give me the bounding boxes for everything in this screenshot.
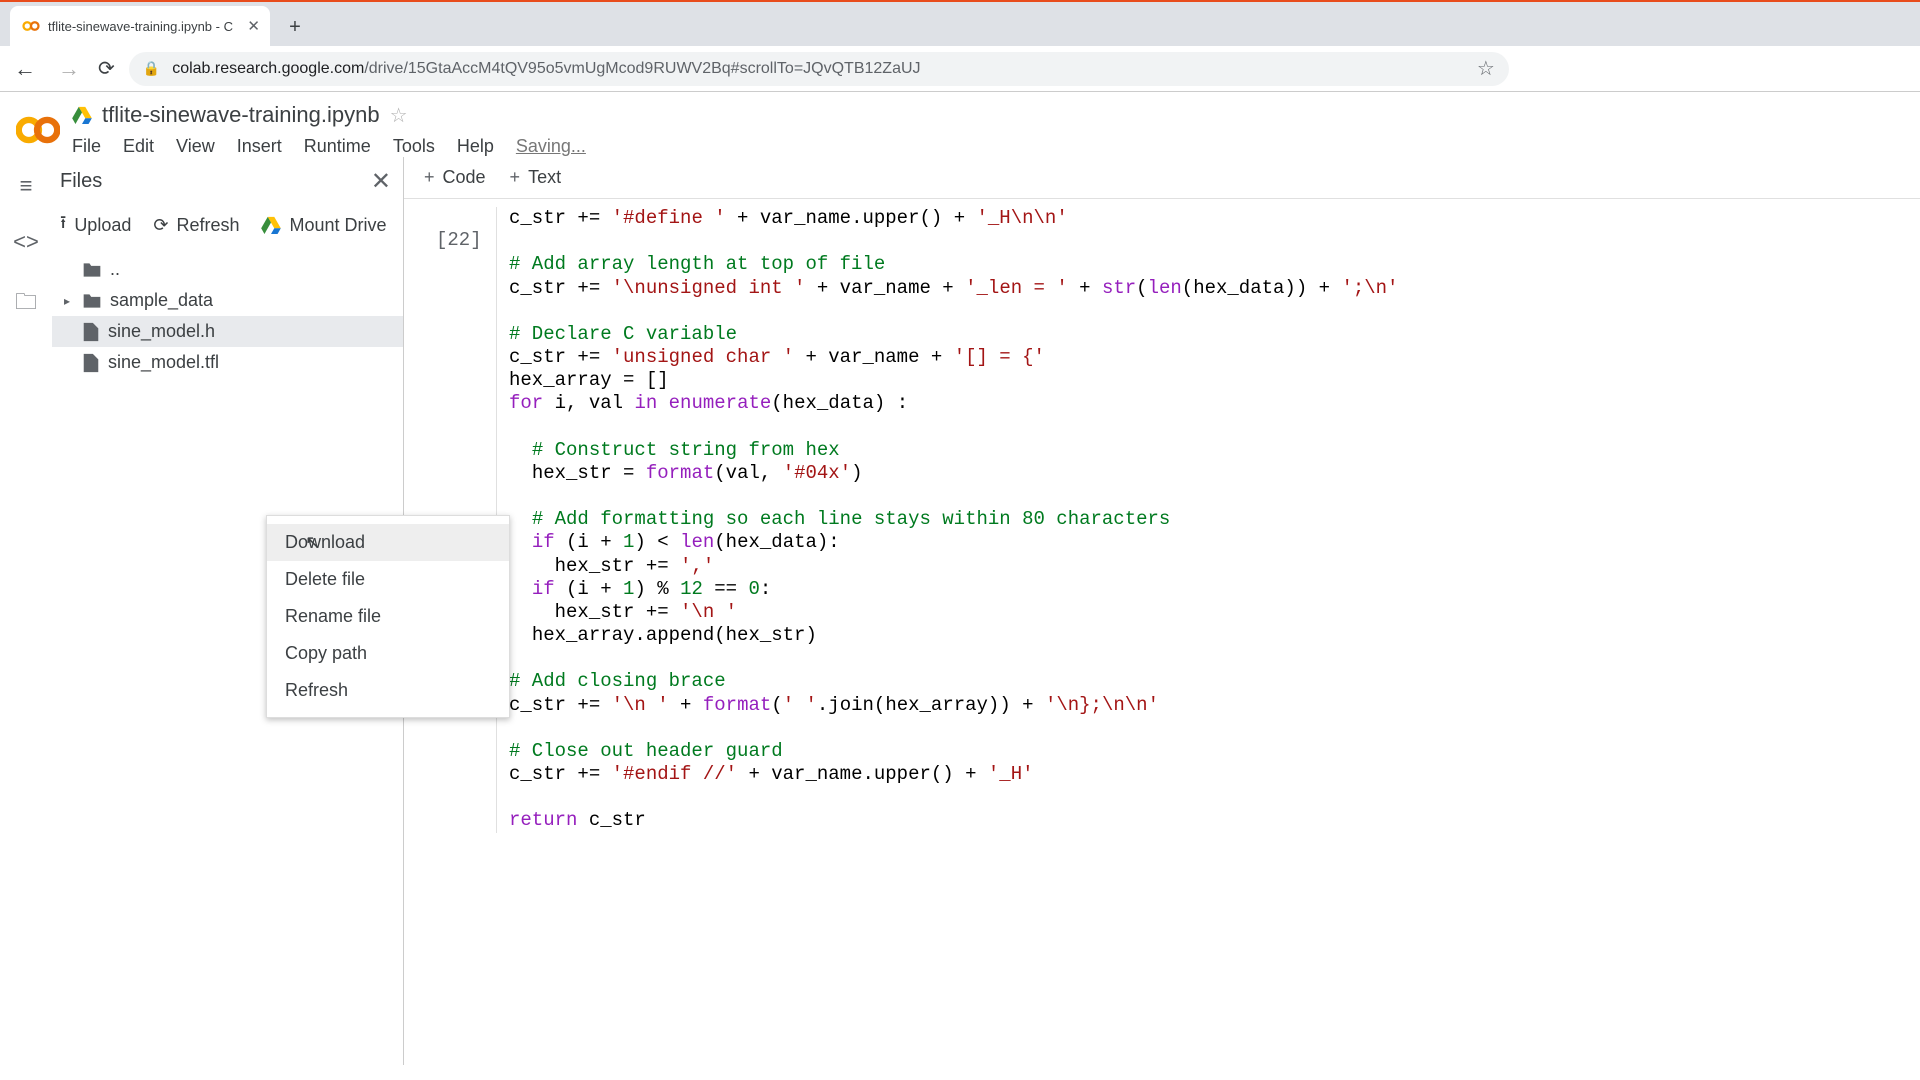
file-icon [82, 322, 100, 342]
tab-title: tflite-sinewave-training.ipynb - C [48, 19, 239, 34]
body-row: ≡ <> 🗀 Files ✕ ⭱Upload ⟳Refresh Mount Dr… [0, 157, 1920, 1065]
drive-icon [261, 216, 281, 234]
files-panel: Files ✕ ⭱Upload ⟳Refresh Mount Drive .. … [52, 157, 404, 1065]
tree-sample-data[interactable]: ▸ sample_data [52, 285, 403, 316]
title-row: tflite-sinewave-training.ipynb ☆ [72, 100, 1906, 128]
saving-status: Saving... [516, 136, 586, 157]
menu-insert[interactable]: Insert [237, 136, 282, 157]
lock-icon: 🔒 [143, 60, 160, 77]
browser-tab[interactable]: tflite-sinewave-training.ipynb - C ✕ [10, 6, 270, 46]
main-toolbar: +Code +Text [404, 157, 1920, 199]
tab-strip: tflite-sinewave-training.ipynb - C ✕ + [0, 2, 1920, 46]
new-tab-button[interactable]: + [280, 12, 310, 42]
toc-icon[interactable]: ≡ [20, 173, 33, 199]
notebook-title[interactable]: tflite-sinewave-training.ipynb [102, 102, 380, 128]
folder-icon [82, 292, 102, 310]
url-text: colab.research.google.com/drive/15GtaAcc… [172, 60, 920, 78]
files-icon[interactable]: 🗀 [15, 285, 37, 323]
main-area: +Code +Text [22] c_str += '#define ' + v… [404, 157, 1920, 1065]
file-tree: .. ▸ sample_data sine_model.h sine_model… [52, 250, 403, 382]
back-button[interactable]: ← [10, 56, 40, 82]
reload-button[interactable]: ⟳ [98, 56, 115, 81]
tree-parent-dir[interactable]: .. [52, 254, 403, 285]
add-code-button[interactable]: +Code [424, 167, 486, 188]
plus-icon: + [424, 167, 435, 188]
menu-view[interactable]: View [176, 136, 215, 157]
code-cell[interactable]: [22] c_str += '#define ' + var_name.uppe… [404, 199, 1920, 833]
colab-favicon-icon [22, 17, 40, 35]
address-bar[interactable]: 🔒 colab.research.google.com/drive/15GtaA… [129, 52, 1509, 86]
plus-icon: + [510, 167, 521, 188]
add-text-button[interactable]: +Text [510, 167, 562, 188]
context-rename[interactable]: Rename file [267, 598, 509, 635]
title-area: tflite-sinewave-training.ipynb ☆ File Ed… [72, 100, 1906, 157]
tree-sine-model-tflite[interactable]: sine_model.tfl [52, 347, 403, 378]
upload-button[interactable]: ⭱Upload [60, 210, 131, 240]
files-title: Files [60, 170, 371, 193]
colab-logo-icon [16, 108, 60, 152]
code-snippets-icon[interactable]: <> [13, 229, 39, 255]
bookmark-star-icon[interactable]: ☆ [1477, 56, 1495, 81]
chevron-right-icon[interactable]: ▸ [64, 294, 74, 308]
files-toolbar: ⭱Upload ⟳Refresh Mount Drive [52, 202, 403, 250]
context-delete[interactable]: Delete file [267, 561, 509, 598]
close-panel-icon[interactable]: ✕ [371, 167, 391, 196]
context-menu: Download Delete file Rename file Copy pa… [266, 515, 510, 718]
close-icon[interactable]: ✕ [247, 17, 260, 35]
file-icon [82, 353, 100, 373]
tree-sine-model-h[interactable]: sine_model.h [52, 316, 403, 347]
mount-drive-button[interactable]: Mount Drive [261, 215, 386, 236]
menu-help[interactable]: Help [457, 136, 494, 157]
star-notebook-icon[interactable]: ☆ [390, 103, 408, 128]
upload-icon: ⭱ [60, 210, 66, 240]
files-header: Files ✕ [52, 157, 403, 202]
menu-edit[interactable]: Edit [123, 136, 154, 157]
menu-file[interactable]: File [72, 136, 101, 157]
code-editor[interactable]: c_str += '#define ' + var_name.upper() +… [496, 207, 1900, 833]
menu-bar: File Edit View Insert Runtime Tools Help… [72, 128, 1906, 157]
menu-runtime[interactable]: Runtime [304, 136, 371, 157]
refresh-icon: ⟳ [153, 215, 168, 236]
refresh-button[interactable]: ⟳Refresh [153, 215, 239, 236]
nav-bar: ← → ⟳ 🔒 colab.research.google.com/drive/… [0, 46, 1920, 92]
context-download[interactable]: Download [267, 524, 509, 561]
forward-button[interactable]: → [54, 56, 84, 82]
left-rail: ≡ <> 🗀 [0, 157, 52, 1065]
drive-icon [72, 106, 92, 124]
folder-icon [82, 261, 102, 279]
colab-header: tflite-sinewave-training.ipynb ☆ File Ed… [0, 92, 1920, 157]
context-copy-path[interactable]: Copy path [267, 635, 509, 672]
menu-tools[interactable]: Tools [393, 136, 435, 157]
context-refresh[interactable]: Refresh [267, 672, 509, 709]
